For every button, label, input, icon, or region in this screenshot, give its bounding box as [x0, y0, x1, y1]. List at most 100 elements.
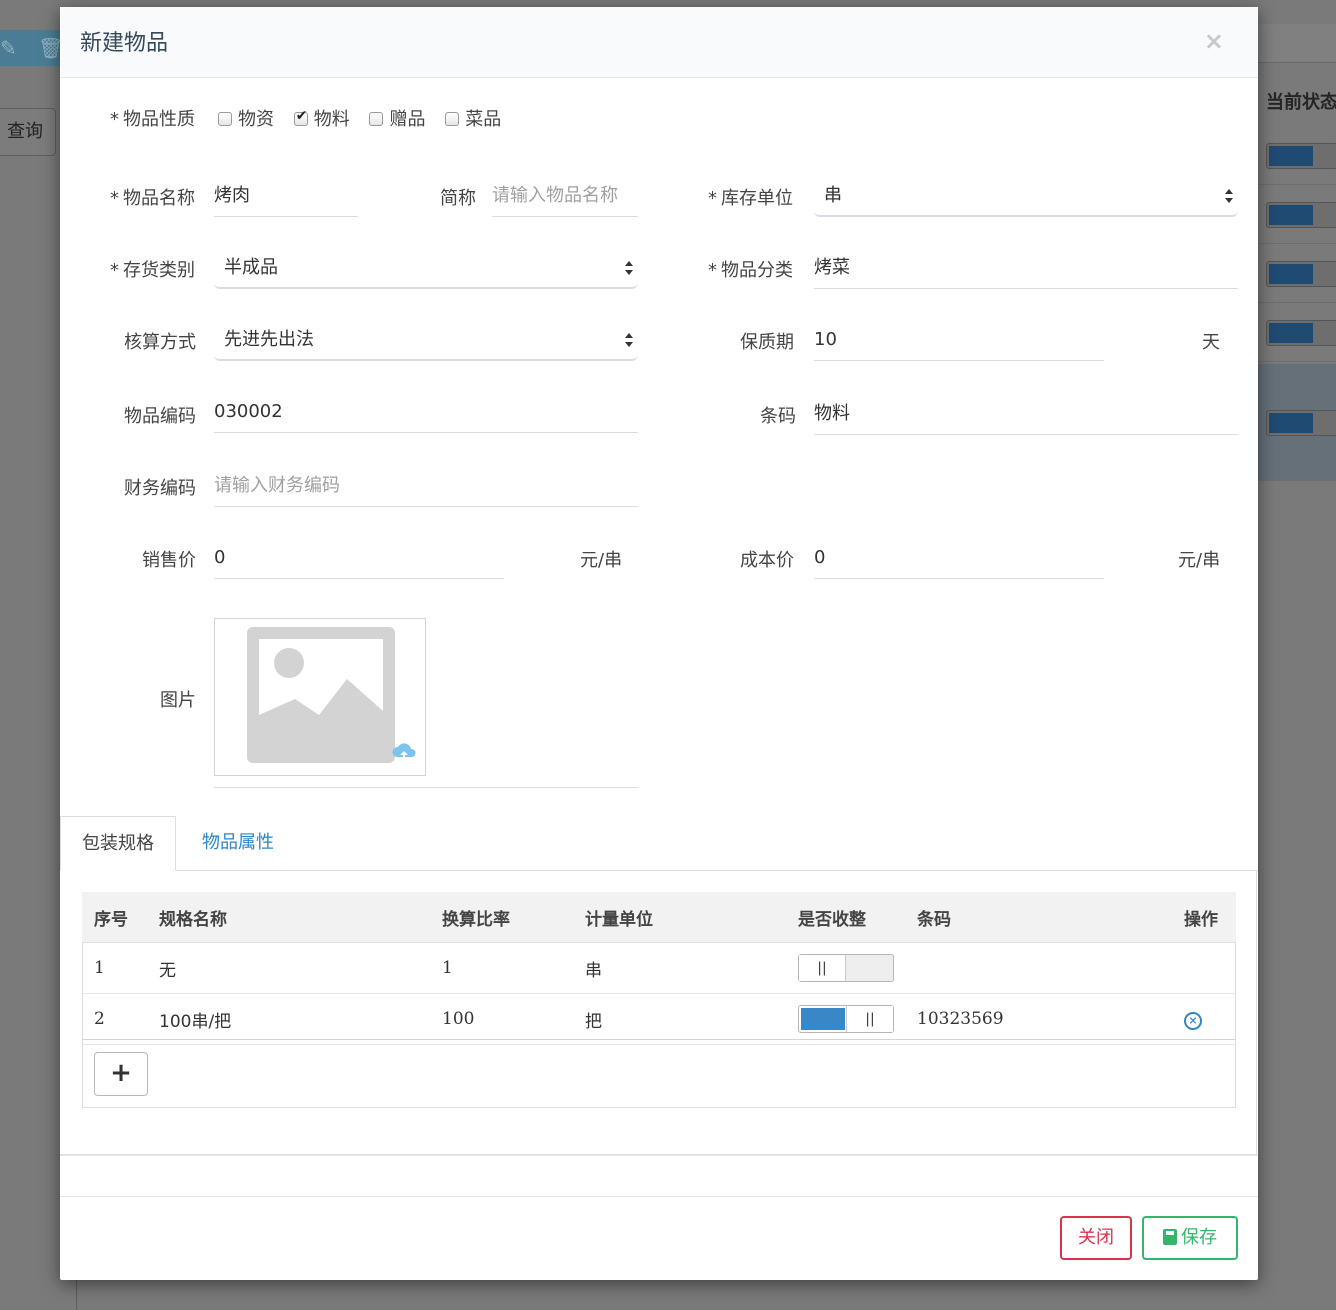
shelf-life-input[interactable]: 10: [814, 321, 1104, 361]
cost-price-label: 成本价: [740, 550, 794, 571]
nature-checkbox-wuliao[interactable]: ✔ 物料: [293, 105, 350, 131]
toggle-knob: ||: [846, 1006, 893, 1032]
nature-checkbox-zengpin[interactable]: 赠品: [369, 105, 425, 131]
new-item-modal: 新建物品 × * 物品性质 物资 ✔ 物料 赠品 菜品 * 物品名称 烤肉 简称 请输…: [60, 7, 1258, 1280]
query-button: 查询: [0, 108, 56, 156]
cloud-upload-icon: [392, 743, 416, 763]
select-arrows-icon: [1225, 189, 1233, 203]
category-label: * 物品分类: [708, 260, 793, 281]
whole-toggle[interactable]: ||: [798, 1005, 894, 1033]
edit-icon: ✎: [0, 36, 17, 60]
nature-checkbox-caipin[interactable]: 菜品: [445, 105, 501, 131]
shelf-life-label: 保质期: [740, 332, 794, 353]
image-label: 图片: [160, 690, 196, 711]
shelf-life-unit: 天: [1202, 332, 1220, 353]
col-whole: 是否收整: [786, 892, 905, 943]
cost-price-input[interactable]: 0: [814, 539, 1104, 579]
save-button[interactable]: 保存: [1142, 1216, 1238, 1260]
col-unit: 计量单位: [573, 892, 786, 943]
modal-header: 新建物品 ×: [60, 7, 1258, 78]
background-row: [1258, 126, 1336, 185]
row-whole: ||: [786, 993, 905, 1045]
whole-toggle[interactable]: ||: [798, 954, 894, 982]
row-unit: 串: [573, 942, 786, 994]
status-header: 当前状态: [1266, 92, 1336, 113]
spec-table: 序号 规格名称 换算比率 计量单位 是否收整 条码 操作 1 无 1 串 ||: [82, 892, 1236, 1045]
barcode-input[interactable]: 物料: [814, 395, 1238, 435]
code-input[interactable]: 030002: [214, 393, 638, 433]
close-icon[interactable]: ×: [1204, 27, 1224, 55]
row-action: [1172, 942, 1236, 994]
col-barcode: 条码: [905, 892, 1172, 943]
checkbox-icon: [445, 112, 460, 126]
modal-title: 新建物品: [80, 31, 169, 56]
select-arrows-icon: [625, 261, 633, 275]
inventory-type-select[interactable]: 半成品: [214, 249, 638, 289]
col-action: 操作: [1172, 892, 1236, 943]
name-label: * 物品名称: [110, 188, 195, 209]
finance-code-label: 财务编码: [124, 478, 196, 499]
row-barcode: [905, 942, 1172, 994]
save-disk-icon: [1163, 1229, 1177, 1245]
row-ratio: 100: [430, 993, 573, 1045]
spec-table-header: 序号 规格名称 换算比率 计量单位 是否收整 条码 操作: [82, 892, 1236, 943]
background-toolbar: ✎ 🗑: [0, 30, 63, 66]
code-label: 物品编码: [124, 406, 196, 427]
stock-unit-label: * 库存单位: [708, 188, 793, 209]
row-name: 无: [147, 942, 430, 994]
background-row: [1258, 303, 1336, 362]
costing-method-select[interactable]: 先进先出法: [214, 321, 638, 361]
sale-price-input[interactable]: 0: [214, 539, 504, 579]
select-arrows-icon: [625, 333, 633, 347]
background-divider: [76, 1280, 77, 1310]
checkbox-icon: [369, 112, 384, 126]
background-row: [1258, 185, 1336, 244]
sale-price-unit: 元/串: [580, 550, 623, 571]
remove-circle-icon[interactable]: ×: [1184, 1011, 1202, 1030]
row-no: 2: [82, 993, 147, 1045]
background-status-column: 当前状态: [1258, 0, 1336, 1310]
nature-checkbox-group: 物资 ✔ 物料 赠品 菜品: [218, 105, 515, 131]
row-no: 1: [82, 942, 147, 994]
barcode-label: 条码: [760, 406, 796, 427]
sale-price-label: 销售价: [142, 550, 196, 571]
name-input[interactable]: 烤肉: [214, 177, 358, 217]
footer-divider: [60, 1196, 1258, 1197]
short-name-input[interactable]: 请输入物品名称: [492, 177, 638, 217]
close-button[interactable]: 关闭: [1060, 1216, 1132, 1260]
checkbox-checked-icon: ✔: [293, 108, 308, 126]
inventory-type-label: * 存货类别: [110, 260, 195, 281]
tab-packaging[interactable]: 包装规格: [60, 816, 176, 871]
toggle-knob: ||: [799, 955, 846, 981]
costing-method-label: 核算方式: [124, 332, 196, 353]
col-name: 规格名称: [147, 892, 430, 943]
footer-divider: [60, 1155, 1258, 1156]
col-no: 序号: [82, 892, 147, 943]
cost-price-unit: 元/串: [1178, 550, 1221, 571]
row-action: ×: [1172, 993, 1236, 1045]
row-ratio: 1: [430, 942, 573, 994]
table-row: 1 无 1 串 ||: [82, 942, 1236, 994]
checkbox-icon: [218, 112, 232, 126]
stock-unit-select[interactable]: 串: [814, 177, 1238, 217]
nature-checkbox-wuzi[interactable]: 物资: [218, 105, 274, 131]
background-row: [1258, 244, 1336, 303]
row-unit: 把: [573, 993, 786, 1045]
tab-attributes[interactable]: 物品属性: [202, 816, 274, 870]
image-upload[interactable]: [214, 618, 426, 776]
add-spec-button[interactable]: +: [94, 1052, 148, 1096]
row-barcode: 10323569: [905, 993, 1172, 1045]
add-row-area: +: [82, 1039, 1236, 1108]
table-row: 2 100串/把 100 把 || 10323569 ×: [82, 993, 1236, 1045]
col-ratio: 换算比率: [430, 892, 573, 943]
short-name-label: 简称: [440, 188, 476, 209]
background-topbar: [1258, 24, 1336, 63]
background-row-highlighted: [1258, 364, 1336, 481]
image-underline: [214, 787, 638, 788]
category-input[interactable]: 烤菜: [814, 249, 1238, 289]
finance-code-input[interactable]: 请输入财务编码: [214, 467, 638, 507]
row-whole: ||: [786, 942, 905, 994]
row-name: 100串/把: [147, 993, 430, 1045]
save-button-label: 保存: [1181, 1227, 1217, 1248]
nature-label: * 物品性质: [110, 109, 195, 130]
